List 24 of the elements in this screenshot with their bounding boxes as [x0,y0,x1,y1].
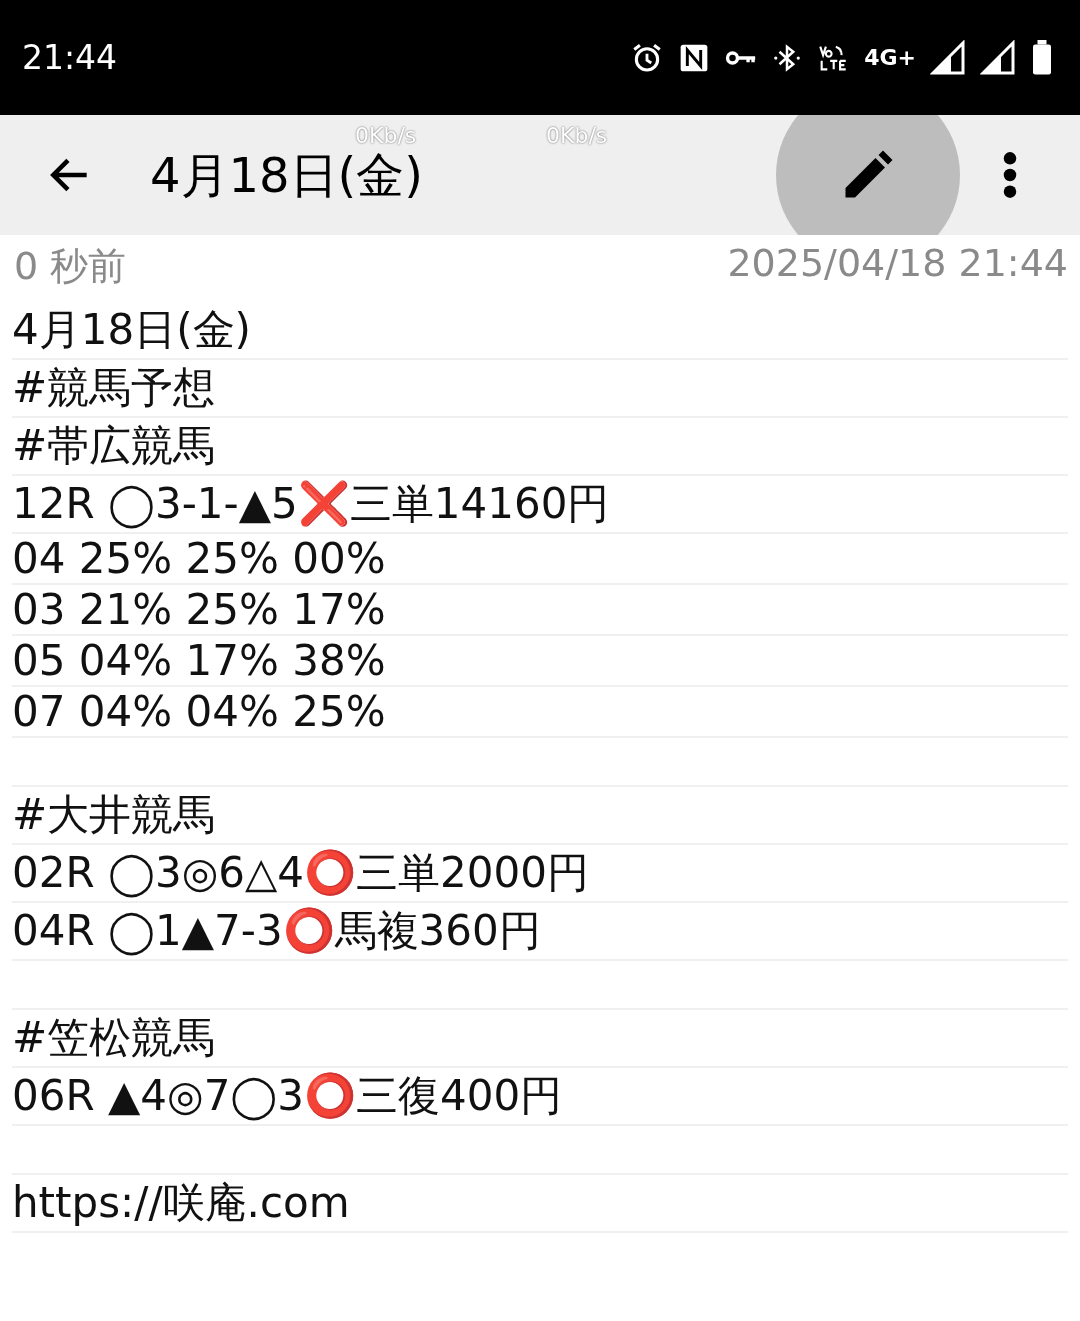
note-line: 03 21% 25% 17% [12,585,386,634]
note-line: #競馬予想 [12,363,216,412]
relative-time: 0 秒前 [14,243,127,290]
network-type-label: 4G+ [864,45,916,70]
net-speed-label: 0Kb/s [546,125,608,147]
note-line: #笠松競馬 [12,1013,216,1062]
note-line: 04R ◯1▲7-3⭕馬複360円 [12,906,541,955]
signal-icon [930,39,966,76]
note-title: 4月18日(金) [150,151,424,199]
note-line: 04 25% 25% 00% [12,534,386,583]
note-line: 02R ◯3◎6△4⭕三単2000円 [12,848,589,897]
battery-icon [1030,39,1054,76]
status-time: 21:44 [22,38,118,77]
signal-icon [980,39,1016,76]
note-line: 4月18日(金) [12,305,251,354]
note-line: 05 04% 17% 38% [12,636,386,685]
note-line: 06R ▲4◎7◯3⭕三復400円 [12,1071,563,1120]
note-line: 07 04% 04% 25% [12,687,386,736]
note-line: #帯広競馬 [12,421,216,470]
note-line: 12R ◯3-1-▲5❌三単14160円 [12,479,610,528]
timestamp: 2025/04/18 21:44 [727,241,1068,287]
net-speed-label: 0Kb/s [355,125,417,147]
note-line: #大井競馬 [12,790,216,839]
note-line: https://咲庵.com [12,1178,350,1227]
